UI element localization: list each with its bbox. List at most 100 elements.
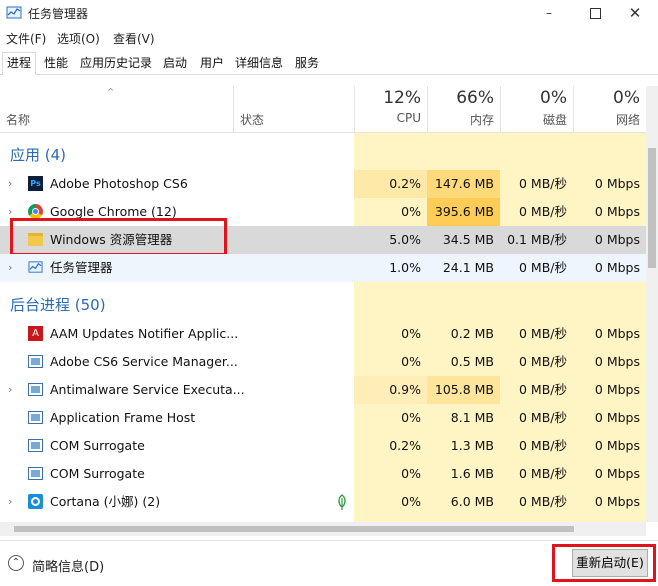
service-window-icon bbox=[28, 411, 43, 424]
network-value: 0 Mbps bbox=[594, 494, 640, 509]
disk-value: 0 MB/秒 bbox=[519, 176, 567, 191]
disk-value: 0 MB/秒 bbox=[519, 382, 567, 397]
cpu-value: 0% bbox=[401, 354, 421, 369]
expand-chevron-icon[interactable]: › bbox=[8, 254, 18, 274]
memory-total: 66% bbox=[456, 88, 494, 108]
disk-value: 0 MB/秒 bbox=[519, 260, 567, 275]
expand-chevron-icon[interactable]: › bbox=[8, 376, 18, 396]
cpu-label: CPU bbox=[396, 111, 421, 125]
expand-chevron-icon[interactable]: › bbox=[8, 488, 18, 508]
network-value: 0 Mbps bbox=[594, 176, 640, 191]
table-row[interactable]: › Ps Adobe Photoshop CS6 0.2% 147.6 MB 0… bbox=[0, 170, 646, 198]
cpu-value: 0% bbox=[401, 204, 421, 219]
tab-users[interactable]: 用户 bbox=[195, 52, 229, 73]
column-name-header[interactable]: 名称 bbox=[6, 111, 30, 128]
horizontal-scrollbar[interactable] bbox=[0, 522, 646, 536]
task-manager-icon bbox=[6, 6, 22, 19]
network-total: 0% bbox=[613, 88, 640, 108]
process-name: Application Frame Host bbox=[50, 410, 196, 425]
memory-value: 34.5 MB bbox=[427, 226, 500, 254]
highlight-box bbox=[10, 218, 227, 256]
memory-value: 24.1 MB bbox=[442, 260, 494, 275]
task-manager-icon bbox=[28, 261, 43, 273]
cpu-total: 12% bbox=[383, 88, 421, 108]
disk-label: 磁盘 bbox=[542, 113, 567, 127]
column-memory-header[interactable]: 66% 内存 bbox=[427, 86, 500, 132]
suspended-leaf-icon bbox=[338, 494, 346, 510]
disk-value: 0.1 MB/秒 bbox=[500, 226, 573, 254]
column-divider bbox=[233, 86, 234, 132]
tab-app-history[interactable]: 应用历史记录 bbox=[75, 52, 157, 73]
process-name: COM Surrogate bbox=[50, 438, 145, 453]
cpu-value: 1.0% bbox=[389, 260, 421, 275]
memory-value: 6.0 MB bbox=[450, 494, 494, 509]
disk-value: 0 MB/秒 bbox=[519, 466, 567, 481]
process-name: AAM Updates Notifier Applic... bbox=[50, 326, 239, 341]
process-name: 任务管理器 bbox=[50, 260, 113, 275]
disk-value: 0 MB/秒 bbox=[519, 410, 567, 425]
table-row[interactable]: A AAM Updates Notifier Applic... 0% 0.2 … bbox=[0, 320, 646, 348]
table-row[interactable]: COM Surrogate 0% 1.6 MB 0 MB/秒 0 Mbps bbox=[0, 460, 646, 488]
disk-value: 0 MB/秒 bbox=[519, 438, 567, 453]
network-value: 0 Mbps bbox=[594, 410, 640, 425]
cpu-value: 0% bbox=[401, 410, 421, 425]
minimize-button[interactable]: – bbox=[526, 0, 572, 26]
service-window-icon bbox=[28, 439, 43, 452]
table-row[interactable]: Application Frame Host 0% 8.1 MB 0 MB/秒 … bbox=[0, 404, 646, 432]
memory-value: 1.6 MB bbox=[450, 466, 494, 481]
window-title: 任务管理器 bbox=[28, 7, 89, 21]
menu-file[interactable]: 文件(F) bbox=[6, 30, 46, 47]
column-disk-header[interactable]: 0% 磁盘 bbox=[500, 86, 573, 132]
column-network-header[interactable]: 0% 网络 bbox=[573, 86, 646, 132]
adobe-icon: A bbox=[28, 326, 43, 341]
memory-label: 内存 bbox=[469, 113, 494, 127]
table-row[interactable]: › Cortana (小娜) (2) 0% 6.0 MB 0 MB/秒 0 Mb… bbox=[0, 488, 646, 516]
cpu-value: 5.0% bbox=[354, 226, 427, 254]
collapse-up-icon[interactable]: ⌃ bbox=[8, 555, 24, 571]
service-window-icon bbox=[28, 355, 43, 368]
memory-value: 8.1 MB bbox=[450, 410, 494, 425]
menu-options[interactable]: 选项(O) bbox=[57, 30, 100, 47]
group-apps-title[interactable]: 应用 (4) bbox=[10, 144, 66, 165]
network-value: 0 Mbps bbox=[594, 326, 640, 341]
disk-value: 0 MB/秒 bbox=[519, 494, 567, 509]
table-row[interactable]: COM Surrogate 0.2% 1.3 MB 0 MB/秒 0 Mbps bbox=[0, 432, 646, 460]
disk-value: 0 MB/秒 bbox=[519, 326, 567, 341]
tab-performance[interactable]: 性能 bbox=[39, 52, 73, 73]
process-name: Antimalware Service Executa... bbox=[50, 382, 245, 397]
table-row[interactable]: Adobe CS6 Service Manager... 0% 0.5 MB 0… bbox=[0, 348, 646, 376]
column-status-header[interactable]: 状态 bbox=[240, 111, 264, 128]
tab-services[interactable]: 服务 bbox=[290, 52, 324, 73]
photoshop-icon: Ps bbox=[28, 176, 43, 191]
cpu-value: 0% bbox=[401, 326, 421, 341]
memory-value: 0.2 MB bbox=[450, 326, 494, 341]
less-details-link[interactable]: 简略信息(D) bbox=[32, 556, 104, 575]
scrollbar-thumb[interactable] bbox=[648, 148, 656, 268]
minimize-icon: – bbox=[546, 6, 552, 20]
tab-details[interactable]: 详细信息 bbox=[230, 52, 288, 73]
network-value: 0 Mbps bbox=[594, 438, 640, 453]
maximize-icon bbox=[589, 7, 601, 19]
memory-value: 147.6 MB bbox=[427, 170, 500, 198]
cortana-icon bbox=[28, 494, 43, 509]
menu-view[interactable]: 查看(V) bbox=[113, 30, 155, 47]
expand-chevron-icon[interactable]: › bbox=[8, 170, 18, 190]
cpu-value: 0% bbox=[401, 494, 421, 509]
group-background-title[interactable]: 后台进程 (50) bbox=[10, 294, 106, 315]
expand-chevron-icon[interactable]: › bbox=[8, 198, 18, 218]
table-row[interactable]: › 任务管理器 1.0% 24.1 MB 0 MB/秒 0 Mbps bbox=[0, 254, 646, 282]
service-window-icon bbox=[28, 383, 43, 396]
tab-processes[interactable]: 进程 bbox=[2, 52, 37, 75]
table-row[interactable]: › Antimalware Service Executa... 0.9% 10… bbox=[0, 376, 646, 404]
disk-value: 0 MB/秒 bbox=[519, 354, 567, 369]
cpu-value: 0.9% bbox=[354, 376, 427, 404]
column-cpu-header[interactable]: 12% CPU bbox=[354, 86, 427, 132]
sort-arrow-icon: ⌃ bbox=[106, 86, 116, 99]
network-value: 0 Mbps bbox=[594, 382, 640, 397]
close-button[interactable]: ✕ bbox=[612, 0, 658, 26]
tab-startup[interactable]: 启动 bbox=[158, 52, 192, 73]
scrollbar-thumb[interactable] bbox=[14, 526, 574, 532]
vertical-scrollbar[interactable] bbox=[646, 86, 658, 522]
highlight-box bbox=[552, 544, 656, 582]
memory-value: 1.3 MB bbox=[450, 438, 494, 453]
